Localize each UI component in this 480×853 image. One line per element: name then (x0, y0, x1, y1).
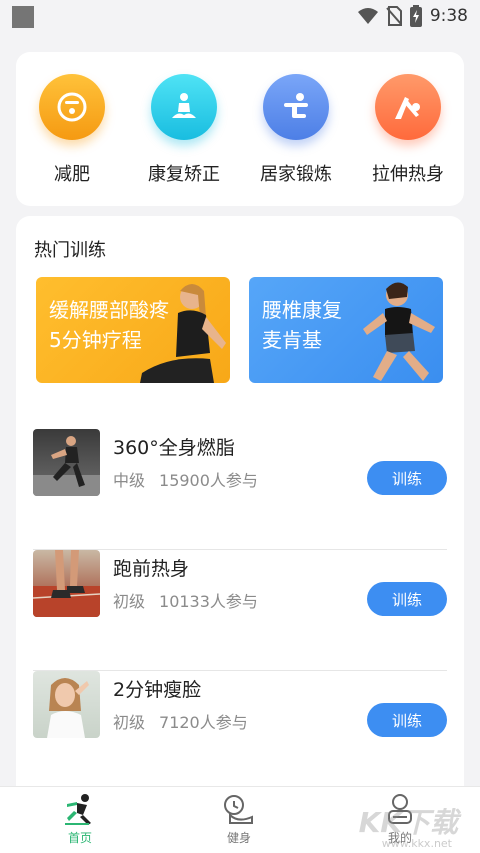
watermark-logo: KK下载 (358, 806, 458, 839)
battery-icon (409, 5, 422, 27)
training-title: 360°全身燃脂 (113, 437, 235, 459)
training-meta: 初级 10133人参与 (113, 588, 272, 612)
banner-title: 缓解腰部酸疼 (49, 298, 169, 322)
training-title: 2分钟瘦脸 (113, 679, 202, 701)
banner-subtitle: 麦肯基 (262, 328, 322, 352)
training-level: 初级 (113, 592, 146, 611)
training-item-warmup[interactable]: 跑前热身 初级 10133人参与 训练 (33, 550, 447, 671)
training-level: 中级 (113, 471, 146, 490)
training-thumbnail (33, 429, 100, 496)
nav-fitness[interactable]: 健身 (199, 791, 279, 846)
training-participants: 7120人参与 (159, 713, 248, 732)
train-button[interactable]: 训练 (367, 461, 447, 495)
training-title: 跑前热身 (113, 558, 190, 580)
bottom-nav: 首页 健身 我的 KK下载 www.kkx.net (0, 786, 480, 853)
meditation-icon (151, 74, 217, 140)
training-item-fullbody[interactable]: 360°全身燃脂 中级 15900人参与 训练 (33, 429, 447, 550)
banner-title: 腰椎康复 (262, 298, 342, 322)
banner-text: 缓解腰部酸疼 5分钟疗程 (49, 295, 169, 355)
scale-icon (39, 74, 105, 140)
category-label: 拉伸热身 (372, 164, 444, 185)
training-item-face-slim[interactable]: 2分钟瘦脸 初级 7120人参与 训练 (33, 671, 447, 792)
training-thumbnail (33, 550, 100, 617)
train-button[interactable]: 训练 (367, 703, 447, 737)
watermark-url: www.kkx.net (381, 837, 452, 850)
status-icons: 9:38 (357, 5, 468, 27)
section-title: 热门训练 (34, 240, 106, 261)
runner-icon (40, 791, 120, 825)
status-bar: 9:38 (0, 0, 480, 34)
banner-lumbar-rehab[interactable]: 腰椎康复 麦肯基 (249, 277, 443, 383)
category-label: 康复矫正 (148, 164, 220, 185)
banner-woman-image (363, 282, 435, 381)
wifi-icon (357, 8, 378, 24)
training-meta: 初级 7120人参与 (113, 709, 262, 733)
stretch-icon (375, 74, 441, 140)
no-sim-icon (386, 6, 402, 26)
category-rehab[interactable]: 康复矫正 (128, 74, 240, 186)
notification-icon (12, 6, 34, 28)
nav-label: 健身 (226, 831, 251, 845)
nav-home[interactable]: 首页 (40, 791, 120, 846)
banner-text: 腰椎康复 麦肯基 (262, 295, 342, 355)
banner-lower-back-relief[interactable]: 缓解腰部酸疼 5分钟疗程 (36, 277, 230, 383)
training-participants: 15900人参与 (159, 471, 258, 490)
category-weight-loss[interactable]: 减肥 (16, 74, 128, 186)
clock: 9:38 (429, 6, 468, 26)
training-level: 初级 (113, 713, 146, 732)
training-thumbnail (33, 671, 100, 738)
training-participants: 10133人参与 (159, 592, 258, 611)
train-button[interactable]: 训练 (367, 582, 447, 616)
banner-subtitle: 5分钟疗程 (49, 328, 142, 352)
category-label: 居家锻炼 (260, 164, 332, 185)
category-card: 减肥 康复矫正 居家锻炼 拉伸热身 (16, 52, 464, 206)
nav-label: 首页 (67, 831, 92, 845)
category-home-workout[interactable]: 居家锻炼 (240, 74, 352, 186)
training-meta: 中级 15900人参与 (113, 467, 272, 491)
exercise-icon (263, 74, 329, 140)
category-stretch[interactable]: 拉伸热身 (352, 74, 464, 186)
hot-training-card: 热门训练 缓解腰部酸疼 5分钟疗程 腰椎康复 麦肯基 360°全身燃脂 中级 1… (16, 216, 464, 816)
category-label: 减肥 (54, 164, 90, 185)
fitness-icon (199, 791, 279, 825)
